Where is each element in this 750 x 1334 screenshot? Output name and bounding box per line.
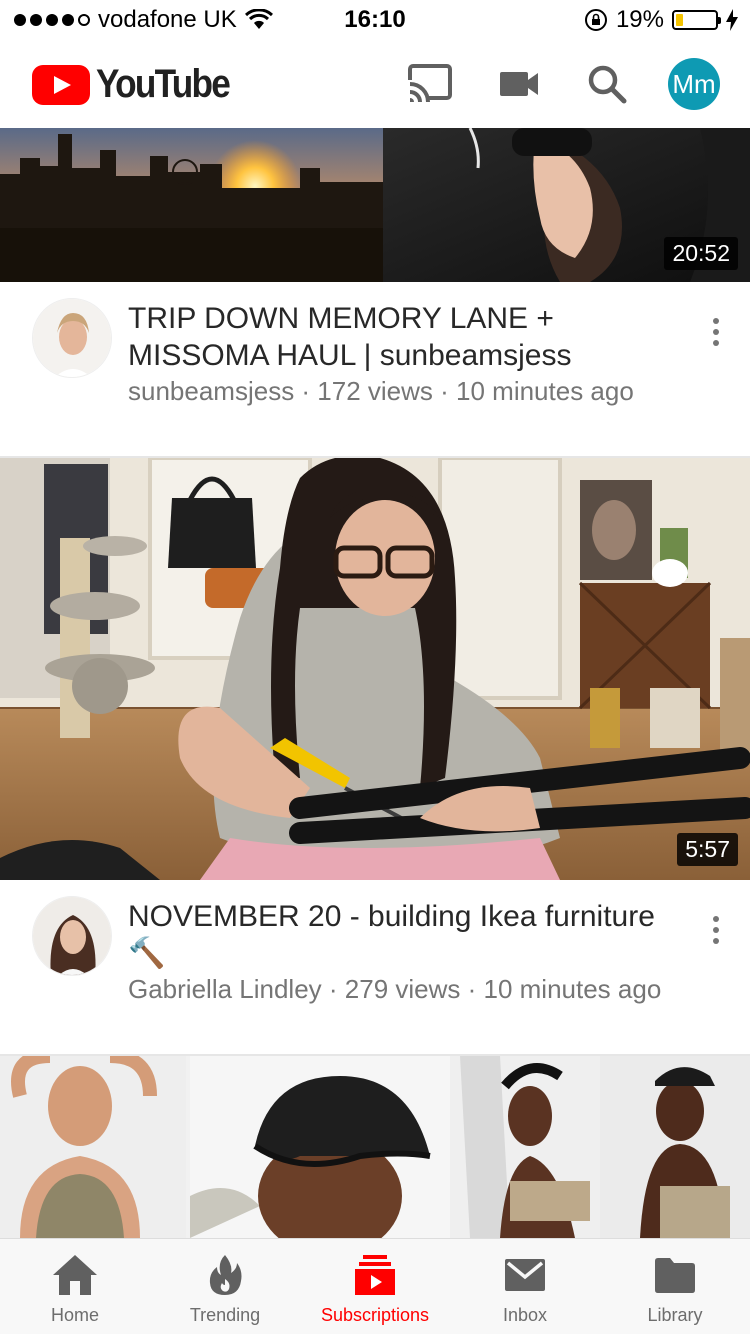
channel-avatar[interactable] xyxy=(32,896,112,976)
folder-icon xyxy=(655,1258,695,1293)
more-options-icon[interactable] xyxy=(708,312,724,352)
video-thumbnail[interactable]: 20:52 xyxy=(0,128,750,282)
subscriptions-icon xyxy=(355,1255,395,1295)
battery-icon xyxy=(672,10,721,30)
upload-video-icon[interactable] xyxy=(496,62,544,106)
nav-label: Subscriptions xyxy=(320,1305,430,1325)
thumbnail-image xyxy=(0,458,750,880)
status-right: 19% xyxy=(584,6,738,34)
video-meta: sunbeamsjess · 172 views · 10 minutes ag… xyxy=(128,376,634,406)
search-icon[interactable] xyxy=(584,62,632,106)
video-duration: 20:52 xyxy=(664,237,738,270)
more-options-icon[interactable] xyxy=(708,910,724,950)
nav-library[interactable]: Library xyxy=(600,1239,750,1334)
flame-icon xyxy=(209,1255,242,1295)
app-header: YouTube Mm xyxy=(0,40,750,128)
battery-percent: 19% xyxy=(615,6,664,33)
nav-home[interactable]: Home xyxy=(0,1239,150,1334)
video-thumbnail[interactable]: 5:57 xyxy=(0,458,750,880)
thumbnail-image xyxy=(0,128,750,282)
video-info[interactable]: TRIP DOWN MEMORY LANE + MISSOMA HAUL | s… xyxy=(0,282,750,452)
orientation-lock-icon xyxy=(584,9,607,31)
home-icon xyxy=(53,1255,97,1295)
cast-icon[interactable] xyxy=(406,62,454,106)
bottom-navigation: Home Trending Subscriptions Inbox Librar… xyxy=(0,1238,750,1334)
thumbnail-image xyxy=(0,1056,750,1238)
mail-icon xyxy=(505,1259,545,1291)
youtube-play-icon xyxy=(32,64,90,105)
youtube-logo[interactable]: YouTube xyxy=(32,62,247,107)
nav-inbox[interactable]: Inbox xyxy=(450,1239,600,1334)
logo-text: YouTube xyxy=(96,62,231,106)
nav-label: Home xyxy=(50,1305,99,1325)
nav-label: Library xyxy=(647,1305,703,1325)
nav-subscriptions[interactable]: Subscriptions xyxy=(300,1239,450,1334)
account-avatar[interactable]: Mm xyxy=(668,58,720,110)
charging-bolt-icon xyxy=(726,9,738,31)
nav-label: Inbox xyxy=(502,1305,548,1325)
video-info[interactable]: NOVEMBER 20 - building Ikea furniture 🔨 … xyxy=(0,880,750,1050)
video-title[interactable]: NOVEMBER 20 - building Ikea furniture 🔨 xyxy=(128,898,668,972)
video-duration: 5:57 xyxy=(677,833,738,866)
video-title[interactable]: TRIP DOWN MEMORY LANE + MISSOMA HAUL | s… xyxy=(128,300,668,374)
nav-trending[interactable]: Trending xyxy=(150,1239,300,1334)
video-meta: Gabriella Lindley · 279 views · 10 minut… xyxy=(128,974,662,1004)
channel-avatar[interactable] xyxy=(32,298,112,378)
status-bar: vodafone UK 16:10 19% xyxy=(0,0,750,40)
video-thumbnail[interactable] xyxy=(0,1056,750,1238)
nav-label: Trending xyxy=(189,1305,261,1325)
